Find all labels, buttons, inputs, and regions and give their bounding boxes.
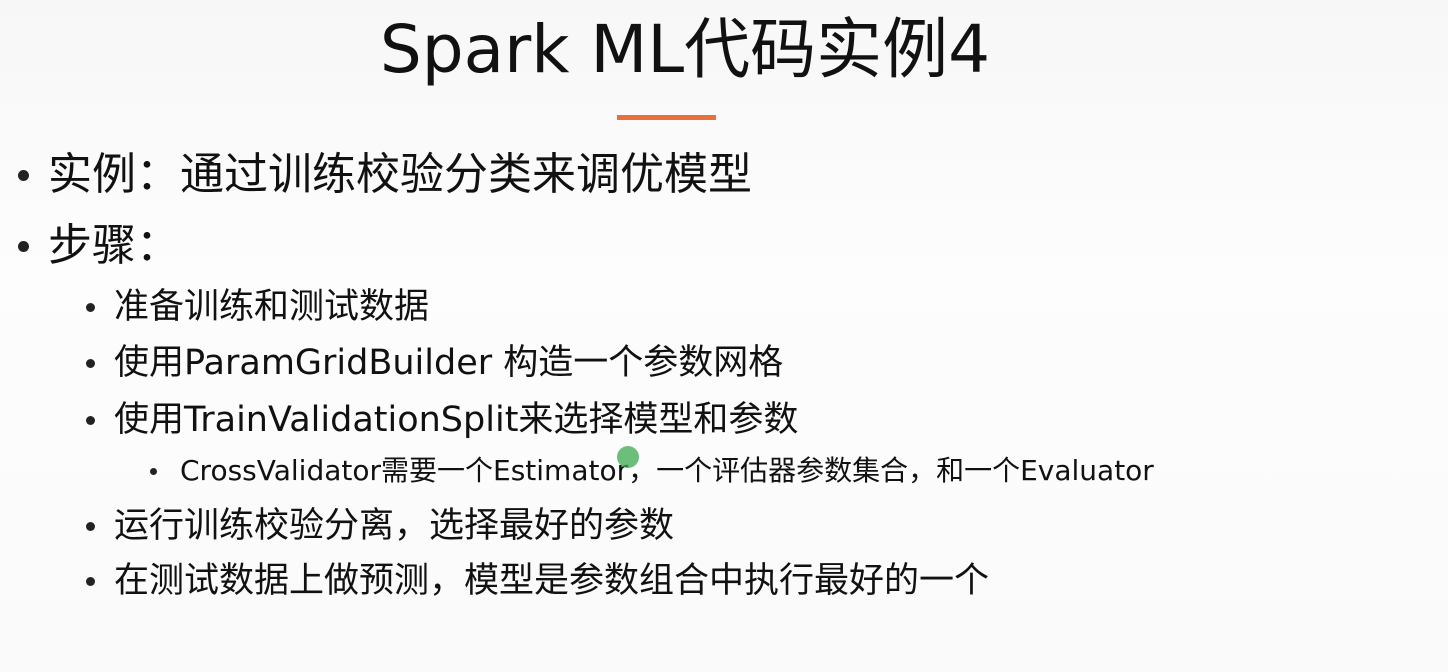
bullet-dot xyxy=(86,359,95,368)
bullet-text: 准备训练和测试数据 xyxy=(114,287,430,327)
bullet-text: 使用ParamGridBuilder 构造一个参数网格 xyxy=(114,343,784,383)
bullet-dot xyxy=(86,416,95,425)
pointer-cursor-icon xyxy=(617,446,639,468)
bullet-text: 步骤： xyxy=(48,220,180,271)
bullet-dot xyxy=(18,241,29,252)
bullet-list: 实例：通过训练校验分类来调优模型 步骤： 准备训练和测试数据 使用ParamGr… xyxy=(0,0,1448,672)
bullet-dot xyxy=(150,468,157,475)
bullet-text: 实例：通过训练校验分类来调优模型 xyxy=(48,149,752,200)
bullet-dot xyxy=(86,522,95,531)
bullet-text: 在测试数据上做预测，模型是参数组合中执行最好的一个 xyxy=(114,561,990,601)
bullet-text: 运行训练校验分离，选择最好的参数 xyxy=(114,506,675,546)
bullet-dot xyxy=(18,170,29,181)
bullet-dot xyxy=(86,577,95,586)
bullet-text: 使用TrainValidationSplit来选择模型和参数 xyxy=(114,400,799,440)
bullet-dot xyxy=(86,303,95,312)
bullet-text: CrossValidator需要一个Estimator，一个评估器参数集合，和一… xyxy=(180,454,1154,487)
slide: Spark ML代码实例4 实例：通过训练校验分类来调优模型 步骤： 准备训练和… xyxy=(0,0,1448,672)
